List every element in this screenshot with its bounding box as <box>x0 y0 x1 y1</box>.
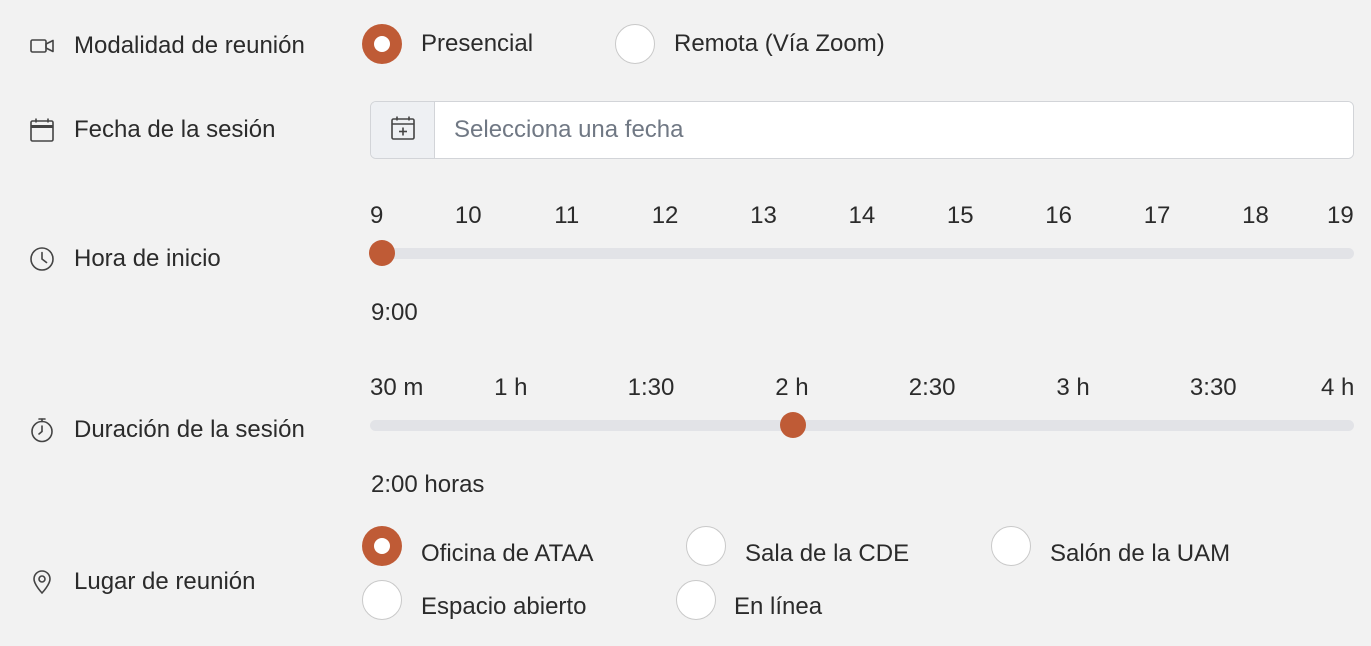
hora-tick-label: 9 <box>370 202 384 229</box>
hora-value: 9:00 <box>371 299 418 326</box>
video-camera-icon <box>29 33 55 59</box>
clock-icon <box>29 246 55 272</box>
calendar-plus-icon <box>390 115 416 146</box>
radio-remota-label[interactable]: Remota (Vía Zoom) <box>674 29 885 59</box>
radio-salon-uam-label[interactable]: Salón de la UAM <box>1050 539 1230 569</box>
radio-en-linea[interactable] <box>676 580 716 620</box>
radio-sala-cde-label[interactable]: Sala de la CDE <box>745 539 909 569</box>
duracion-tick-label: 1 h <box>494 374 528 401</box>
duracion-tick-label: 3 h <box>1056 374 1090 401</box>
duracion-tick-label: 1:30 <box>627 374 675 401</box>
hora-tick-label: 15 <box>946 202 974 229</box>
duracion-slider-track[interactable] <box>370 420 1354 431</box>
duracion-tick-label: 2 h <box>775 374 809 401</box>
hora-tick-label: 12 <box>651 202 679 229</box>
duracion-tick-label: 4 h <box>1321 374 1355 401</box>
duracion-tick-label: 30 m <box>370 374 424 401</box>
date-input[interactable] <box>435 102 1353 158</box>
radio-oficina-ataa[interactable] <box>362 526 402 566</box>
hora-label: Hora de inicio <box>74 245 221 272</box>
hora-tick-label: 17 <box>1143 202 1171 229</box>
duracion-slider-thumb[interactable] <box>780 412 807 438</box>
hora-slider-thumb[interactable] <box>369 240 395 266</box>
hora-tick-label: 19 <box>1327 202 1354 229</box>
date-picker <box>370 101 1354 159</box>
hora-tick-label: 10 <box>454 202 482 229</box>
stopwatch-icon <box>29 417 55 443</box>
hora-slider-track[interactable] <box>370 248 1354 259</box>
duracion-tick-label: 2:30 <box>908 374 956 401</box>
hora-tick-label: 13 <box>750 202 777 229</box>
hora-tick-label: 11 <box>554 202 580 229</box>
fecha-label: Fecha de la sesión <box>74 116 276 143</box>
modalidad-label: Modalidad de reunión <box>74 32 305 59</box>
hora-tick-label: 14 <box>848 202 876 229</box>
hora-tick-label: 16 <box>1045 202 1072 229</box>
radio-sala-cde[interactable] <box>686 526 726 566</box>
radio-espacio-abierto-label[interactable]: Espacio abierto <box>421 592 586 622</box>
radio-salon-uam[interactable] <box>991 526 1031 566</box>
hora-tick-label: 18 <box>1242 202 1269 229</box>
radio-presencial[interactable] <box>362 24 402 64</box>
radio-remota[interactable] <box>615 24 655 64</box>
map-pin-icon <box>29 569 55 595</box>
duracion-tick-label: 3:30 <box>1189 374 1237 401</box>
radio-presencial-label[interactable]: Presencial <box>421 29 533 59</box>
radio-en-linea-label[interactable]: En línea <box>734 592 822 622</box>
lugar-label: Lugar de reunión <box>74 568 256 595</box>
date-picker-button[interactable] <box>371 102 435 158</box>
duracion-value: 2:00 horas <box>371 471 485 498</box>
calendar-icon <box>29 117 55 143</box>
radio-oficina-ataa-label[interactable]: Oficina de ATAA <box>421 539 594 569</box>
radio-espacio-abierto[interactable] <box>362 580 402 620</box>
duracion-label: Duración de la sesión <box>74 416 305 443</box>
